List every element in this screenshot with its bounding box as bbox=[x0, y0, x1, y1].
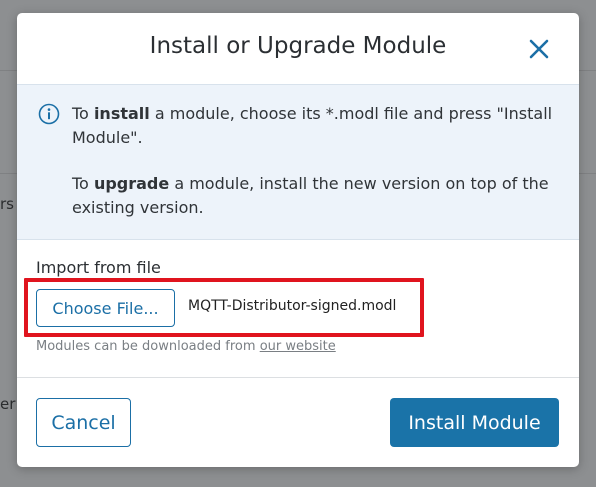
install-keyword: install bbox=[93, 104, 150, 123]
hint-text: Modules can be downloaded from bbox=[36, 339, 260, 354]
highlight-box bbox=[24, 278, 424, 337]
upgrade-instructions: To upgrade a module, install the new ver… bbox=[72, 172, 567, 220]
dialog-title: Install or Upgrade Module bbox=[149, 33, 447, 59]
install-prefix: To bbox=[72, 104, 94, 123]
info-icon bbox=[38, 103, 60, 125]
our-website-link[interactable]: our website bbox=[260, 339, 336, 354]
close-button[interactable] bbox=[527, 37, 551, 61]
install-module-button[interactable]: Install Module bbox=[390, 398, 559, 447]
dialog-header: Install or Upgrade Module bbox=[17, 13, 579, 84]
upgrade-keyword: upgrade bbox=[93, 174, 170, 193]
close-icon bbox=[529, 39, 549, 59]
upgrade-prefix: To bbox=[72, 174, 94, 193]
download-hint: Modules can be downloaded from our websi… bbox=[36, 339, 336, 354]
install-module-dialog: Install or Upgrade Module To install a m… bbox=[17, 13, 579, 467]
footer-divider bbox=[17, 377, 579, 378]
background-text: er bbox=[0, 395, 16, 413]
background-text: rs bbox=[0, 195, 14, 213]
cancel-button[interactable]: Cancel bbox=[36, 398, 131, 447]
import-label: Import from file bbox=[36, 258, 161, 277]
install-instructions: To install a module, choose its *.modl f… bbox=[72, 102, 567, 150]
info-panel: To install a module, choose its *.modl f… bbox=[17, 84, 579, 240]
